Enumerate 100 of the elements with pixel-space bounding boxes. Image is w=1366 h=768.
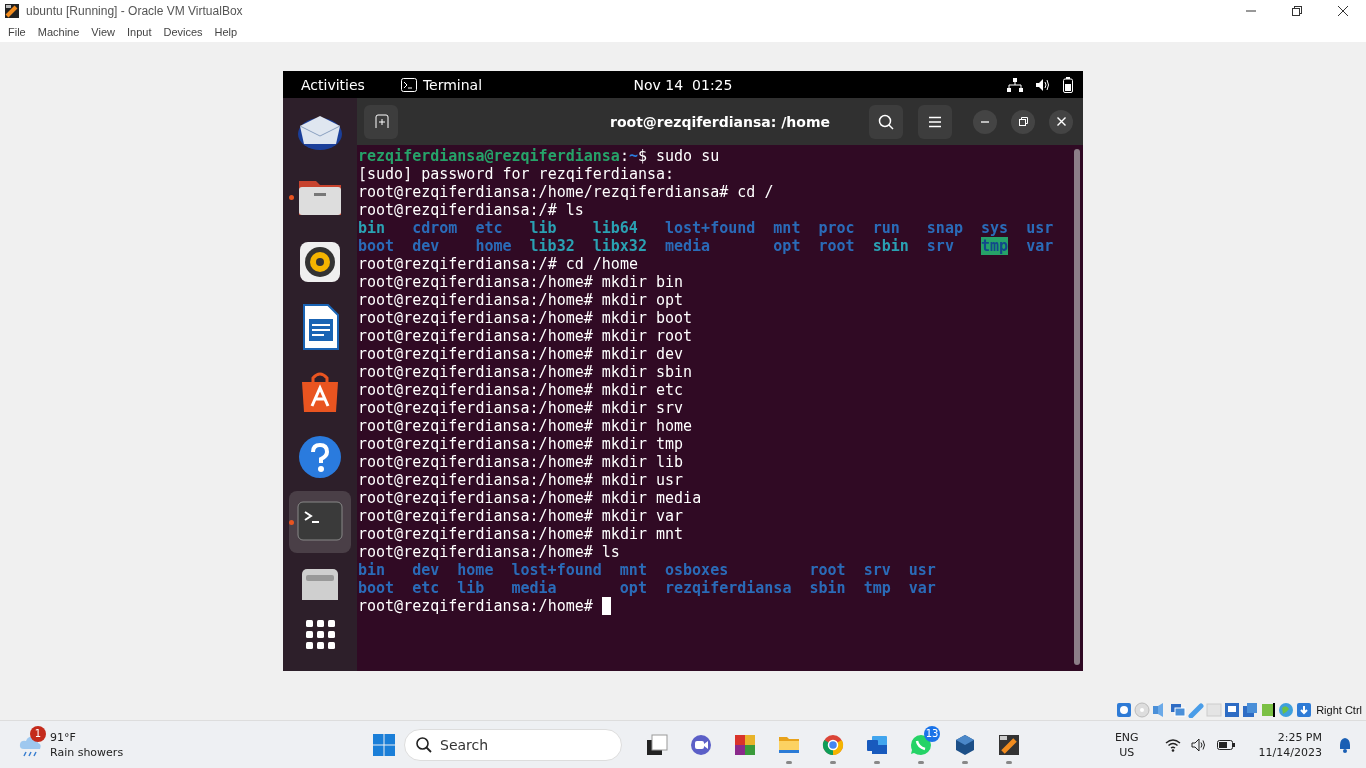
video-icon	[689, 732, 713, 757]
terminal-line: root@rezqiferdiansa:/home# mkdir lib	[358, 453, 684, 471]
terminal-line: root@rezqiferdiansa:/home#	[358, 597, 594, 615]
terminal-line: root@rezqiferdiansa:/home# mkdir etc	[358, 381, 684, 399]
terminal-line: root@rezqiferdiansa:/home# mkdir opt	[358, 291, 684, 309]
menu-item[interactable]: Help	[208, 26, 244, 38]
file-name: bin	[358, 219, 386, 237]
app-grid-icon[interactable]	[305, 620, 335, 649]
activities-button[interactable]: Activities	[301, 76, 365, 93]
file-name: dev	[412, 561, 440, 579]
volume-icon	[1035, 77, 1051, 92]
clock[interactable]: Nov 14 01:25	[633, 76, 733, 93]
notification-badge: 13	[924, 725, 940, 742]
menu-item[interactable]: File	[2, 26, 32, 38]
search-icon	[416, 736, 432, 753]
window-title: ubuntu [Running] - Oracle VM VirtualBox	[26, 4, 243, 18]
optical-status-icon	[1134, 702, 1151, 718]
battery-icon	[1063, 76, 1073, 93]
file-name: boot	[358, 237, 395, 255]
file-name: var	[1026, 237, 1054, 255]
wifi-icon[interactable]	[1164, 737, 1181, 752]
search-field[interactable]: Search	[404, 728, 622, 761]
file-name: sbin	[872, 237, 909, 255]
display-status-icon	[1224, 702, 1241, 718]
terminal-line: root@rezqiferdiansa:/home# mkdir srv	[358, 399, 684, 417]
terminal-line: root@rezqiferdiansa:/home# mkdir root	[358, 327, 693, 345]
file-name: root	[818, 237, 855, 255]
terminal-line: root@rezqiferdiansa:/home/rezqiferdiansa# cd /	[358, 183, 774, 201]
file-name: cdrom	[412, 219, 458, 237]
file-name: libx32	[592, 237, 647, 255]
search-button[interactable]	[869, 104, 903, 139]
taskview-icon	[645, 732, 669, 757]
file-name: usr	[1026, 219, 1054, 237]
battery-icon[interactable]	[1216, 738, 1235, 751]
help-icon	[296, 433, 344, 481]
close-icon	[1056, 117, 1066, 126]
terminal-line: root@rezqiferdiansa:/home# mkdir home	[358, 417, 693, 435]
menu-item[interactable]: Machine	[31, 26, 86, 38]
restore-icon	[1018, 117, 1028, 126]
menu-item[interactable]: View	[85, 26, 121, 38]
close-button[interactable]	[1049, 109, 1073, 134]
terminal-line: root@rezqiferdiansa:/home# mkdir tmp	[358, 435, 684, 453]
file-name: tmp	[981, 237, 1009, 255]
terminal-line: root@rezqiferdiansa:/# cd /home	[358, 255, 638, 273]
file-name: sys	[981, 219, 1009, 237]
download-status-icon	[1296, 702, 1313, 718]
file-name: osboxes	[665, 561, 729, 579]
file-name: etc	[475, 219, 503, 237]
file-name: media	[511, 579, 557, 597]
menu-item[interactable]: Input	[120, 26, 158, 38]
temperature[interactable]: 91°F	[50, 729, 124, 745]
file-name: lib32	[529, 237, 575, 255]
search-placeholder: Search	[440, 736, 489, 753]
file-name: home	[475, 237, 512, 255]
terminal-line: root@rezqiferdiansa:/home# ls	[358, 543, 620, 561]
search-icon	[878, 113, 894, 130]
new-tab-button[interactable]	[364, 104, 398, 139]
file-name: run	[872, 219, 900, 237]
file-name: lib	[457, 579, 485, 597]
minimize-button[interactable]	[973, 109, 997, 134]
terminal-line: rezqiferdiansa@rezqiferdiansa:~$ sudo su	[358, 147, 721, 165]
host-key-label: Right Ctrl	[1316, 704, 1362, 716]
terminal-line: root@rezqiferdiansa:/home# mkdir usr	[358, 471, 684, 489]
app-menu-label[interactable]: Terminal	[422, 76, 483, 93]
file-name: lib64	[592, 219, 638, 237]
file-name: tmp	[863, 579, 891, 597]
file-name: snap	[926, 219, 963, 237]
file-name: proc	[818, 219, 855, 237]
maximize-icon	[1292, 6, 1302, 16]
volume-icon[interactable]	[1190, 737, 1207, 752]
file-name: bin	[358, 561, 386, 579]
clock[interactable]: 2:25 PM 11/14/2023	[1258, 729, 1322, 760]
menu-button[interactable]	[918, 104, 952, 139]
input-language-button[interactable]: ENG US	[1114, 729, 1139, 760]
bell-icon[interactable]	[1338, 736, 1352, 753]
terminal-line: root@rezqiferdiansa:/# ls	[358, 201, 584, 219]
menu-icon	[928, 115, 942, 128]
windows-start-icon[interactable]	[372, 732, 396, 757]
new-tab-icon	[373, 113, 389, 130]
file-name: mnt	[619, 561, 647, 579]
file-name: var	[908, 579, 936, 597]
terminal-icon	[400, 77, 417, 92]
weather-description[interactable]: Rain showers	[50, 744, 124, 760]
menu-item[interactable]: Devices	[157, 26, 209, 38]
scrollbar[interactable]	[1074, 149, 1080, 665]
terminal-line: root@rezqiferdiansa:/home# mkdir sbin	[358, 363, 693, 381]
virtualbox-logo-icon	[4, 3, 20, 19]
restore-button[interactable]	[1011, 109, 1035, 134]
file-name: srv	[926, 237, 954, 255]
taskbar-app[interactable]: 13	[902, 724, 940, 765]
file-name: sbin	[809, 579, 846, 597]
file-name: root	[809, 561, 846, 579]
file-name: lib	[529, 219, 557, 237]
terminal-line: root@rezqiferdiansa:/home# mkdir dev	[358, 345, 684, 363]
network-status-icon	[1170, 702, 1187, 718]
terminal-line: root@rezqiferdiansa:/home# mkdir var	[358, 507, 684, 525]
terminal-line: root@rezqiferdiansa:/home# mkdir boot	[358, 309, 693, 327]
file-name: etc	[412, 579, 440, 597]
browser-icon	[821, 732, 845, 757]
file-name: media	[665, 237, 711, 255]
